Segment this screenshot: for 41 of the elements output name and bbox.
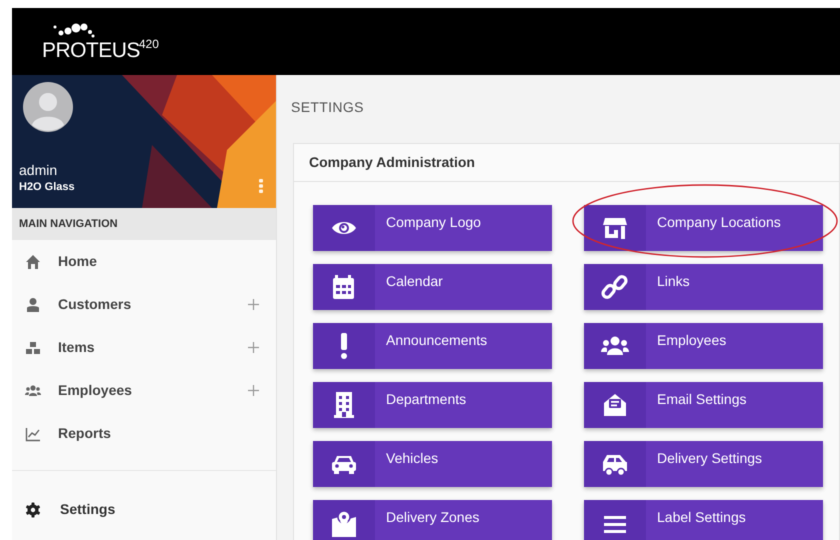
settings-tile[interactable]: Delivery Zones bbox=[313, 500, 552, 540]
plus-icon[interactable] bbox=[248, 385, 259, 396]
nav-item[interactable]: Home bbox=[58, 251, 97, 272]
settings-tile[interactable]: Links bbox=[584, 264, 823, 310]
logo-suffix: 420 bbox=[138, 38, 159, 50]
card-title: Company Administration bbox=[309, 153, 475, 172]
nav-item[interactable]: Items bbox=[58, 337, 95, 358]
nav-item[interactable]: Settings bbox=[60, 499, 116, 520]
logo-text: PROTEUS bbox=[42, 40, 140, 60]
settings-tile[interactable]: Label Settings bbox=[584, 500, 823, 540]
settings-tile[interactable]: Vehicles bbox=[313, 441, 552, 487]
settings-tile[interactable]: Employees bbox=[584, 323, 823, 369]
chart-icon bbox=[25, 426, 41, 442]
settings-tile[interactable]: Company Locations bbox=[584, 205, 823, 251]
settings-icon bbox=[25, 502, 41, 518]
settings-tile[interactable]: Calendar bbox=[313, 264, 552, 310]
settings-tile[interactable]: Company Logo bbox=[313, 205, 552, 251]
user-name: admin bbox=[19, 161, 58, 179]
envelope-icon bbox=[601, 391, 629, 419]
nav-item[interactable]: Reports bbox=[58, 423, 111, 444]
boxes-icon bbox=[25, 340, 41, 356]
plus-icon[interactable] bbox=[248, 342, 259, 353]
nav-item[interactable]: Employees bbox=[58, 380, 132, 401]
home-icon bbox=[25, 254, 41, 270]
nav-heading: MAIN NAVIGATION bbox=[19, 216, 118, 232]
map-pin-icon bbox=[330, 509, 358, 537]
settings-tile[interactable]: Announcements bbox=[313, 323, 552, 369]
people-icon bbox=[25, 382, 41, 398]
nav-item[interactable]: Customers bbox=[58, 294, 132, 315]
exclamation-icon bbox=[341, 333, 347, 359]
more-icon[interactable] bbox=[259, 179, 263, 193]
page-title: SETTINGS bbox=[291, 98, 364, 117]
settings-tile[interactable]: Email Settings bbox=[584, 382, 823, 428]
company-name: H2O Glass bbox=[19, 180, 75, 195]
settings-tile[interactable]: Delivery Settings bbox=[584, 441, 823, 487]
logo-dots-icon bbox=[53, 22, 95, 38]
plus-icon[interactable] bbox=[248, 299, 259, 310]
settings-tile[interactable]: Departments bbox=[313, 382, 552, 428]
link-icon bbox=[601, 273, 629, 301]
avatar-icon bbox=[23, 82, 73, 132]
person-icon bbox=[25, 296, 41, 312]
